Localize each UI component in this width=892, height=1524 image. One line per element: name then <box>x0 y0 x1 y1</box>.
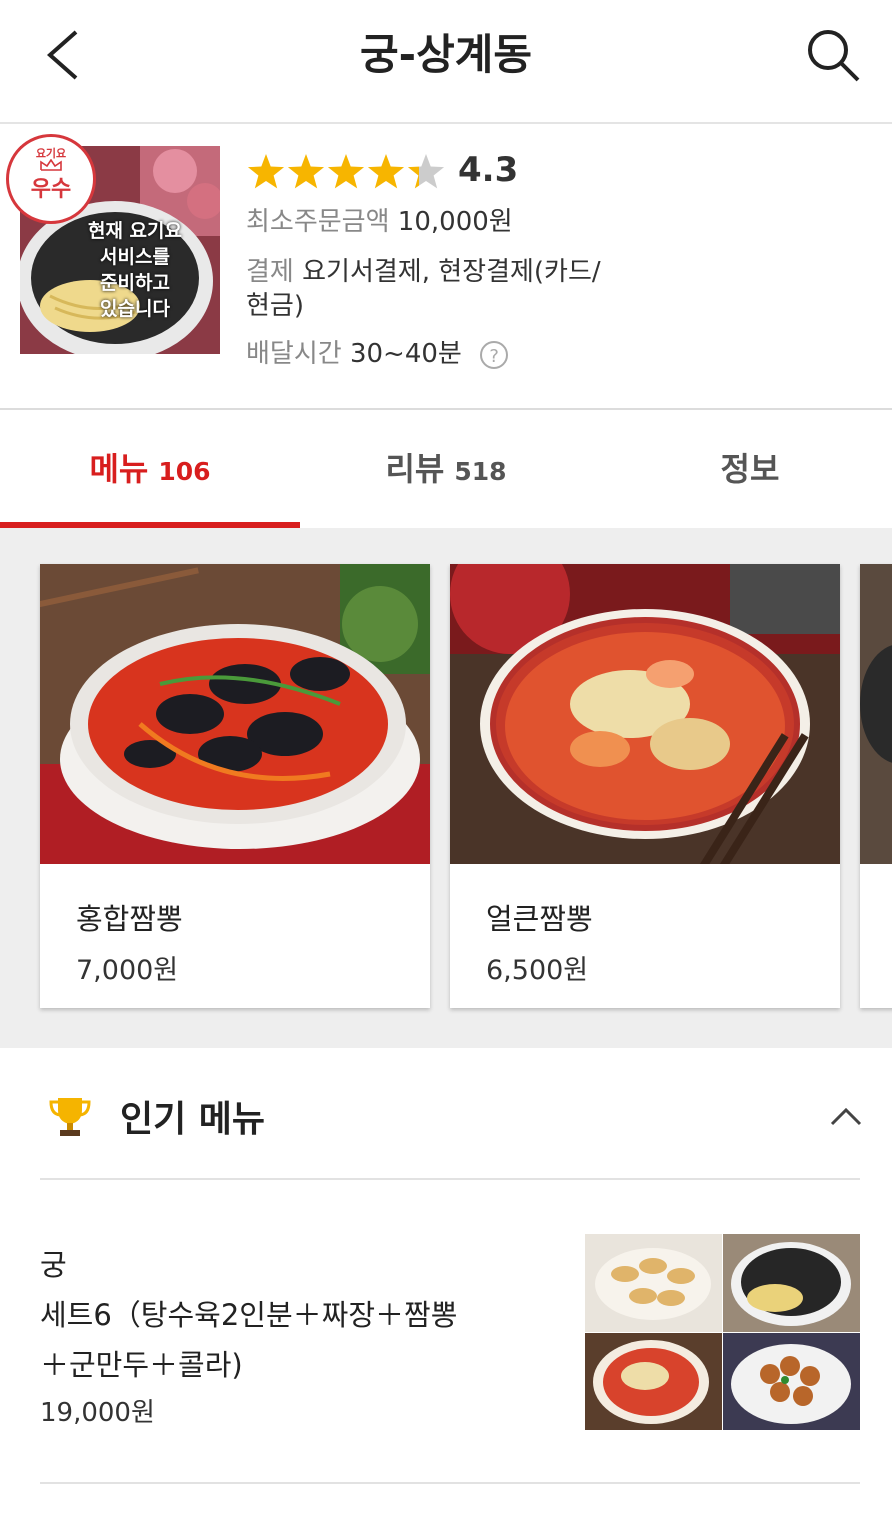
tab-bar: 메뉴 106 리뷰 518 정보 <box>0 410 892 529</box>
popular-menu-header[interactable]: 인기 메뉴 <box>0 1048 892 1180</box>
delivery-value: 30~40분 <box>349 339 462 369</box>
rating-value: 4.3 <box>458 150 519 190</box>
payment-row-cont: 현금) <box>246 288 304 324</box>
menu-item-name: 궁 세트6（탕수육2인분＋짜장＋짬뽕 ＋군만두＋콜라) <box>40 1240 560 1390</box>
tab-info[interactable]: 정보 <box>600 410 892 528</box>
featured-card[interactable]: 홍합짬뽕 7,000원 <box>40 564 430 1008</box>
tab-menu-label: 메뉴 <box>89 450 149 488</box>
payment-label: 결제 <box>246 257 294 287</box>
featured-card-name: 얼큰짬뽕 <box>486 902 593 936</box>
badge-label: 우수 <box>30 177 72 202</box>
page-title: 궁-상계동 <box>360 30 532 79</box>
set-menu-image <box>585 1234 860 1430</box>
search-icon[interactable] <box>802 24 864 86</box>
help-icon[interactable]: ? <box>480 340 509 369</box>
excellent-badge: 요기요 우수 <box>6 134 96 224</box>
service-notice-line: 서비스를 <box>100 246 170 268</box>
mussel-jjamppong-image <box>40 564 430 864</box>
tab-info-label: 정보 <box>720 450 780 488</box>
menu-item[interactable]: 궁 세트6（탕수육2인분＋짜장＋짬뽕 ＋군만두＋콜라) 19,000원 <box>0 1182 892 1482</box>
payment-value: 요기서결제, 현장결제(카드/ <box>302 257 601 287</box>
menu-item-name-line: 세트6（탕수육2인분＋짜장＋짬뽕 <box>40 1298 458 1332</box>
popular-menu-title: 인기 메뉴 <box>120 1099 266 1140</box>
tab-review-count: 518 <box>454 457 507 486</box>
menu-item-price: 19,000원 <box>40 1398 155 1428</box>
rating-stars <box>247 154 445 189</box>
featured-card[interactable]: 얼큰짬뽕 6,500원 <box>450 564 840 1008</box>
restaurant-info: 현재 요기요 서비스를 준비하고 있습니다 요기요 우수 4.3 최소주문금액 … <box>0 124 892 410</box>
featured-card-price: 7,000원 <box>76 955 179 986</box>
star-icon <box>407 154 445 189</box>
star-icon <box>287 154 325 189</box>
delivery-row: 배달시간 30~40분 ? <box>246 336 509 372</box>
section-divider <box>40 1178 860 1180</box>
service-notice-line: 준비하고 <box>100 272 170 294</box>
trophy-icon <box>49 1098 91 1136</box>
menu-item-name-line: ＋군만두＋콜라) <box>40 1348 243 1382</box>
star-icon <box>327 154 365 189</box>
star-icon <box>367 154 405 189</box>
section-divider <box>40 1482 860 1484</box>
featured-carousel[interactable]: 홍합짬뽕 7,000원 얼큰짬뽕 6,500원 <box>0 528 892 1048</box>
app-header: 궁-상계동 <box>0 0 892 124</box>
min-order-value: 10,000원 <box>397 207 513 237</box>
spicy-jjamppong-image <box>450 564 840 864</box>
featured-card-price: 6,500원 <box>486 955 589 986</box>
featured-card-name: 홍합짬뽕 <box>76 902 183 936</box>
menu-item-name-line: 궁 <box>40 1248 67 1282</box>
tab-menu-count: 106 <box>158 457 211 486</box>
service-notice-line: 현재 요기요 <box>87 220 182 242</box>
tab-review[interactable]: 리뷰 518 <box>300 410 592 528</box>
tab-review-label: 리뷰 <box>385 450 445 488</box>
min-order-label: 최소주문금액 <box>246 207 390 237</box>
star-icon <box>247 154 285 189</box>
delivery-label: 배달시간 <box>246 339 342 369</box>
crown-icon <box>40 159 62 171</box>
payment-value-cont: 현금) <box>246 291 304 321</box>
service-notice: 현재 요기요 서비스를 준비하고 있습니다 <box>50 218 220 322</box>
partial-dish-image <box>860 564 892 864</box>
service-notice-line: 있습니다 <box>100 298 170 320</box>
min-order-row: 최소주문금액 10,000원 <box>246 204 513 240</box>
payment-row: 결제 요기서결제, 현장결제(카드/ <box>246 254 601 290</box>
featured-card-partial[interactable] <box>860 564 892 1008</box>
chevron-up-icon[interactable] <box>826 1098 866 1134</box>
tab-menu[interactable]: 메뉴 106 <box>0 410 300 528</box>
